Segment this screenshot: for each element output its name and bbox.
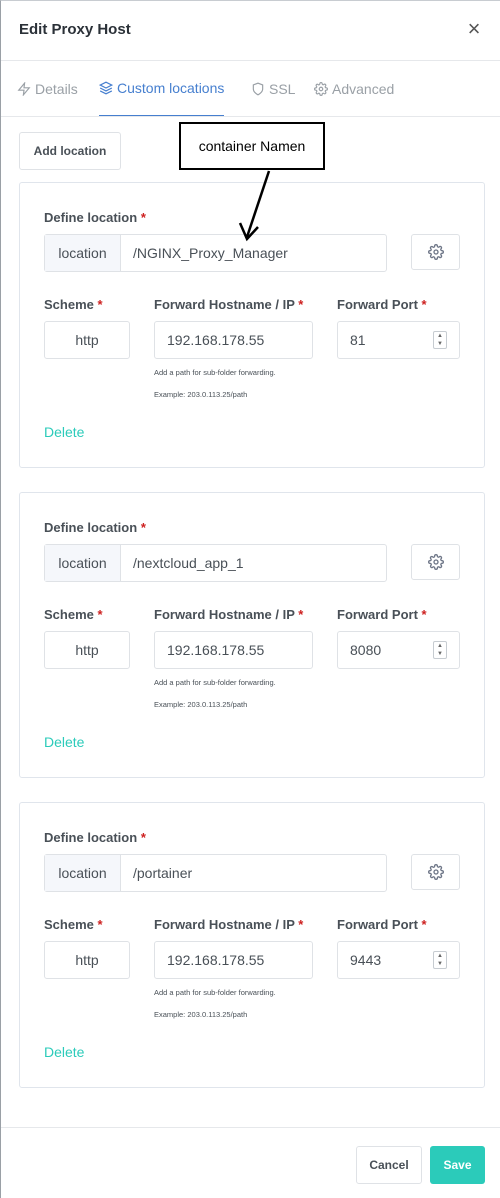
- scheme-label: Scheme *: [44, 917, 103, 932]
- forward-port-value: 8080: [350, 642, 382, 658]
- gear-icon: [427, 244, 444, 260]
- forward-host-hint: Add a path for sub-folder forwarding.: [154, 988, 276, 997]
- tab-ssl-label: SSL: [269, 80, 296, 97]
- tab-details-label: Details: [35, 80, 78, 97]
- location-card: Define location * location /portainer Sc…: [19, 802, 485, 1088]
- tab-advanced[interactable]: Advanced: [314, 61, 394, 116]
- delete-location-link[interactable]: Delete: [44, 1044, 84, 1060]
- shield-icon: [252, 82, 264, 95]
- forward-port-label: Forward Port *: [337, 917, 427, 932]
- forward-host-example: Example: 203.0.113.25/path: [154, 390, 248, 399]
- define-location-label: Define location *: [44, 830, 146, 845]
- define-location-label: Define location *: [44, 520, 146, 535]
- gear-icon: [314, 81, 328, 96]
- location-settings-button[interactable]: [411, 234, 460, 270]
- location-card: Define location * location /NGINX_Proxy_…: [19, 182, 485, 468]
- location-addon: location: [45, 235, 121, 271]
- forward-host-hint: Add a path for sub-folder forwarding.: [154, 678, 276, 687]
- location-path-input[interactable]: /nextcloud_app_1: [121, 545, 386, 581]
- forward-host-hint: Add a path for sub-folder forwarding.: [154, 368, 276, 377]
- forward-port-value: 81: [350, 332, 366, 348]
- cancel-button[interactable]: Cancel: [356, 1146, 422, 1184]
- forward-host-label: Forward Hostname / IP *: [154, 607, 304, 622]
- modal-footer: Cancel Save: [1, 1127, 500, 1198]
- tab-bar: Details Custom locations SSL Advanced: [1, 61, 500, 117]
- zap-icon: [17, 81, 31, 96]
- location-input-group: location /portainer: [44, 854, 387, 892]
- scheme-input[interactable]: http: [44, 321, 130, 359]
- forward-port-input[interactable]: 9443 ▲ ▼: [337, 941, 460, 979]
- location-settings-button[interactable]: [411, 544, 460, 580]
- forward-host-input[interactable]: 192.168.178.55: [154, 941, 313, 979]
- forward-host-example: Example: 203.0.113.25/path: [154, 1010, 248, 1019]
- layers-icon: [99, 81, 113, 95]
- port-stepper[interactable]: ▲ ▼: [433, 951, 447, 969]
- annotation-box: container Namen: [179, 122, 325, 170]
- gear-icon: [427, 554, 444, 570]
- forward-port-input[interactable]: 8080 ▲ ▼: [337, 631, 460, 669]
- add-location-button[interactable]: Add location: [19, 132, 121, 170]
- forward-port-label: Forward Port *: [337, 297, 427, 312]
- gear-icon: [427, 864, 444, 880]
- location-card: Define location * location /nextcloud_ap…: [19, 492, 485, 778]
- location-input-group: location /nextcloud_app_1: [44, 544, 387, 582]
- tab-custom-locations[interactable]: Custom locations: [99, 61, 225, 116]
- tab-ssl[interactable]: SSL: [251, 61, 295, 116]
- delete-location-link[interactable]: Delete: [44, 424, 84, 440]
- tab-details[interactable]: Details: [17, 61, 78, 116]
- forward-host-input[interactable]: 192.168.178.55: [154, 631, 313, 669]
- forward-port-value: 9443: [350, 952, 382, 968]
- scheme-label: Scheme *: [44, 297, 103, 312]
- forward-port-input[interactable]: 81 ▲ ▼: [337, 321, 460, 359]
- edit-proxy-host-modal: Edit Proxy Host × Details Custom locatio…: [0, 0, 500, 1198]
- location-input-group: location /NGINX_Proxy_Manager: [44, 234, 387, 272]
- scheme-input[interactable]: http: [44, 631, 130, 669]
- scheme-label: Scheme *: [44, 607, 103, 622]
- port-stepper[interactable]: ▲ ▼: [433, 641, 447, 659]
- location-addon: location: [45, 855, 121, 891]
- forward-host-label: Forward Hostname / IP *: [154, 917, 304, 932]
- location-addon: location: [45, 545, 121, 581]
- location-path-input[interactable]: /NGINX_Proxy_Manager: [121, 235, 386, 271]
- port-stepper[interactable]: ▲ ▼: [433, 331, 447, 349]
- scheme-input[interactable]: http: [44, 941, 130, 979]
- modal-title: Edit Proxy Host: [19, 21, 131, 38]
- modal-header: Edit Proxy Host ×: [1, 1, 500, 61]
- forward-port-label: Forward Port *: [337, 607, 427, 622]
- location-path-input[interactable]: /portainer: [121, 855, 386, 891]
- forward-host-input[interactable]: 192.168.178.55: [154, 321, 313, 359]
- forward-host-example: Example: 203.0.113.25/path: [154, 700, 248, 709]
- forward-host-label: Forward Hostname / IP *: [154, 297, 304, 312]
- location-settings-button[interactable]: [411, 854, 460, 890]
- tab-custom-locations-label: Custom locations: [117, 80, 225, 96]
- define-location-label: Define location *: [44, 210, 146, 225]
- close-icon[interactable]: ×: [464, 17, 484, 41]
- tab-advanced-label: Advanced: [332, 80, 395, 97]
- delete-location-link[interactable]: Delete: [44, 734, 84, 750]
- save-button[interactable]: Save: [430, 1146, 485, 1184]
